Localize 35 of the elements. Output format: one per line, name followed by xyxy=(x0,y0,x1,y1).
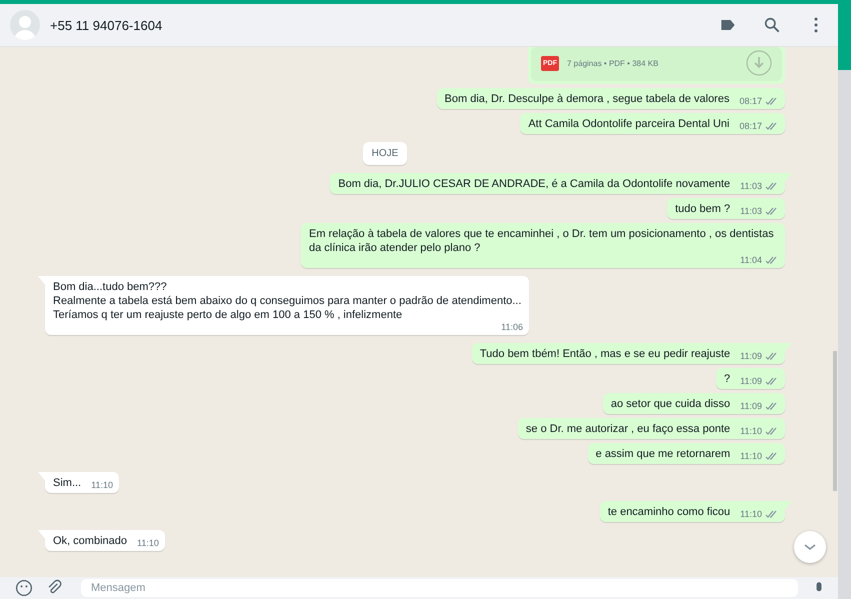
message-time: 11:10 xyxy=(740,509,762,519)
message-text: se o Dr. me autorizar , eu faço essa ponte xyxy=(526,422,730,436)
message-time: 11:10 xyxy=(91,480,113,490)
message-text: Bom dia...tudo bem??? Realmente a tabela está bem abaixo do q conseguimos para manter o padrão de atendimento... Teríamos q ter um reajuste perto de algo em 100 a 150 % , infelizmente xyxy=(53,280,522,322)
message-time: 11:10 xyxy=(740,451,762,461)
emoji-icon[interactable] xyxy=(15,579,33,597)
message-time: 11:09 xyxy=(740,351,762,361)
message-time: 11:03 xyxy=(740,181,762,191)
message-time: 11:09 xyxy=(740,401,762,411)
chevron-down-icon xyxy=(803,542,817,552)
date-chip: HOJE xyxy=(362,142,408,165)
search-icon[interactable] xyxy=(762,15,782,35)
message-time: 08:17 xyxy=(739,121,762,131)
message-time: 11:06 xyxy=(501,322,523,332)
message-text: Bom dia, Dr. Desculpe à demora , segue tabela de valores xyxy=(444,92,730,106)
message-text: tudo bem ? xyxy=(675,202,730,216)
message-time: 11:10 xyxy=(136,538,159,548)
message-text: ? xyxy=(724,372,730,386)
message-time: 11:03 xyxy=(740,206,762,216)
message-text: Em relação à tabela de valores que te encaminhei , o Dr. tem um posicionamento , os dentistas da clínica irão atender pelo plano ? xyxy=(309,227,775,255)
message-text: e assim que me retornarem xyxy=(596,447,730,461)
message-text: te encaminho como ficou xyxy=(608,505,730,519)
message-time: 11:04 xyxy=(740,255,762,265)
message-text: Tudo bem tbém! Então , mas e se eu pedir reajuste xyxy=(480,347,730,361)
message-time: 08:17 xyxy=(739,96,762,106)
message-text: Sim... xyxy=(53,476,82,490)
message-text: Ok, combinado xyxy=(53,534,127,548)
message-time: 11:09 xyxy=(740,376,762,386)
message-text: ao setor que cuida disso xyxy=(610,397,730,411)
contact-name: +55 11 94076-1604 xyxy=(50,18,164,32)
document-info: 7 páginas • PDF • 384 KB xyxy=(567,58,660,68)
message-text: Att Camila Odontolife parceira Dental Uni xyxy=(528,117,730,131)
message-input[interactable]: Mensagem xyxy=(81,579,798,597)
message-time: 11:10 xyxy=(740,426,762,436)
message-text: Bom dia, Dr.JULIO CESAR DE ANDRADE, é a Camila da Odontolife novamente xyxy=(338,177,730,191)
